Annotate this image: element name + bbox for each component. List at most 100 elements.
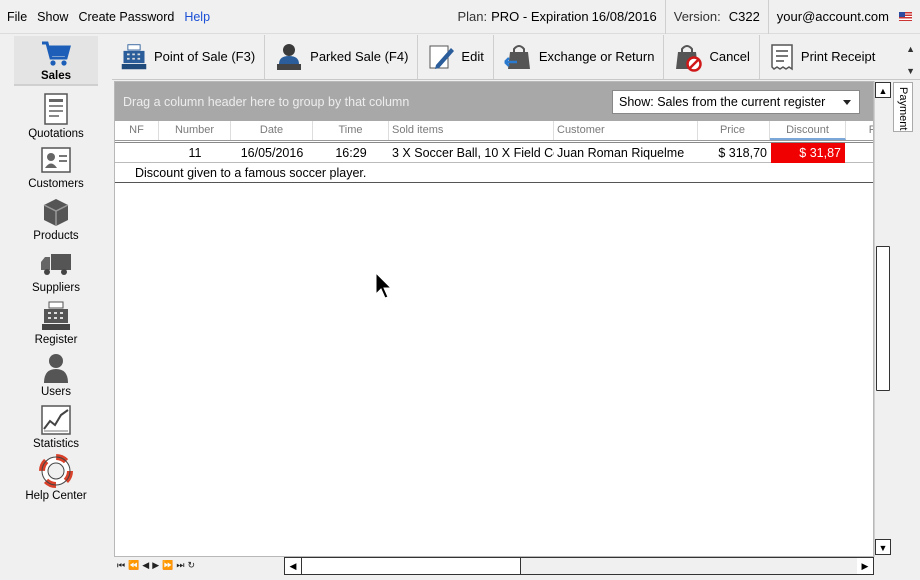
- cash-register-icon: [42, 301, 70, 330]
- plan-status: Plan: PRO - Expiration 16/08/2016: [449, 0, 664, 34]
- vertical-scrollbar[interactable]: ▲ ▼: [874, 81, 891, 557]
- column-header-customer[interactable]: Customer: [554, 121, 698, 140]
- version-value: C322: [728, 9, 760, 24]
- cell-customer: Juan Roman Riquelme: [557, 146, 685, 160]
- cart-icon: [42, 41, 71, 66]
- scroll-down-icon[interactable]: ▼: [875, 539, 891, 555]
- sidebar-item-quotations[interactable]: Quotations: [14, 92, 98, 140]
- cell-time: 16:29: [335, 146, 367, 160]
- chevron-down-icon: [843, 100, 851, 105]
- tab-payment[interactable]: Payment: [893, 82, 913, 132]
- column-header-discount[interactable]: Discount: [770, 121, 846, 140]
- cancel-bag-icon: [676, 44, 703, 72]
- column-header-nf[interactable]: NF: [115, 121, 159, 140]
- scroll-left-icon[interactable]: ◀: [285, 558, 301, 574]
- exchange-return-label: Exchange or Return: [538, 49, 655, 64]
- print-receipt-button[interactable]: Print Receipt: [760, 35, 884, 79]
- sidebar-item-register[interactable]: Register: [14, 300, 98, 346]
- exchange-bag-icon: [503, 44, 530, 69]
- grid-navigator: ⏮⏪◀▶⏩⏭↻ ◀ ▶: [114, 557, 891, 576]
- menu-bar: File Show Create Password Help Plan: PRO…: [0, 0, 920, 34]
- column-header-sold-items[interactable]: Sold items: [389, 121, 554, 140]
- expiration-date: 16/08/2016: [591, 9, 657, 24]
- cancel-button[interactable]: Cancel: [664, 34, 760, 79]
- vertical-scroll-thumb[interactable]: [876, 246, 890, 391]
- sidebar-item-label: Suppliers: [32, 282, 80, 294]
- sidebar-item-label: Sales: [40, 70, 72, 82]
- sales-grid: Drag a column header here to group by th…: [114, 81, 874, 557]
- column-header-number[interactable]: Number: [159, 121, 231, 140]
- scroll-up-icon[interactable]: ▲: [875, 82, 891, 98]
- print-receipt-label: Print Receipt: [800, 49, 876, 64]
- table-row[interactable]: 11 16/05/2016 16:29 3 X Soccer Ball, 10 …: [115, 142, 873, 163]
- exchange-return-button[interactable]: Exchange or Return: [494, 34, 665, 79]
- us-flag-icon[interactable]: [899, 12, 912, 21]
- sidebar-item-customers[interactable]: Customers: [14, 144, 98, 190]
- cell-date: 16/05/2016: [240, 146, 304, 160]
- scroll-right-icon[interactable]: ▶: [857, 558, 873, 574]
- cashier-icon: [277, 43, 302, 70]
- sidebar-item-suppliers[interactable]: Suppliers: [14, 248, 98, 294]
- document-icon: [44, 93, 68, 125]
- cell-discount: $ 31,87: [771, 143, 845, 163]
- toolbar: Point of Sale (F3) Parked Sale (F4) Edit…: [112, 34, 920, 80]
- sales-filter-dropdown[interactable]: Show: Sales from the current register: [612, 90, 860, 114]
- cell-number: 11: [188, 146, 202, 160]
- horizontal-scrollbar[interactable]: ◀ ▶: [284, 557, 874, 575]
- account-status[interactable]: your@account.com: [767, 0, 920, 34]
- truck-icon: [41, 254, 71, 275]
- group-hint: Drag a column header here to group by th…: [123, 95, 410, 109]
- chart-icon: [41, 405, 71, 435]
- user-icon: [44, 354, 68, 383]
- sidebar-item-sales[interactable]: Sales: [14, 36, 98, 86]
- cell-sold-items: 3 X Soccer Ball, 10 X Field Cones: [392, 146, 554, 160]
- record-navigation-icons[interactable]: ⏮⏪◀▶⏩⏭↻: [117, 560, 198, 571]
- edit-icon: [429, 45, 455, 69]
- menu-file[interactable]: File: [7, 10, 27, 24]
- parked-sale-button[interactable]: Parked Sale (F4): [265, 34, 419, 79]
- sidebar-item-label: Quotations: [28, 128, 84, 140]
- version-status: Version: C322: [664, 0, 768, 34]
- sales-filter-value: Show: Sales from the current register: [619, 95, 826, 109]
- sidebar-item-users[interactable]: Users: [14, 352, 98, 398]
- receipt-icon: [771, 43, 793, 70]
- column-header-row: NF Number Date Time Sold items Customer …: [115, 121, 873, 141]
- cell-nf: [115, 143, 159, 163]
- sidebar-item-statistics[interactable]: Statistics: [14, 404, 98, 450]
- mouse-cursor-icon: [375, 272, 393, 299]
- sidebar-item-label: Help Center: [25, 490, 87, 502]
- row-preview-note: Discount given to a famous soccer player…: [115, 164, 873, 183]
- version-label: Version:: [673, 9, 721, 24]
- column-header-date[interactable]: Date: [231, 121, 313, 140]
- lifebuoy-icon: [39, 454, 73, 488]
- box-icon: [43, 199, 69, 226]
- sidebar-item-help-center[interactable]: Help Center: [14, 454, 98, 502]
- horizontal-scroll-thumb[interactable]: [301, 558, 521, 574]
- point-of-sale-button[interactable]: Point of Sale (F3): [112, 34, 266, 79]
- sidebar-item-label: Products: [33, 230, 79, 242]
- sidebar-item-label: Users: [40, 386, 72, 398]
- toolbar-scroll-arrows[interactable]: ▲ ▼: [906, 38, 915, 82]
- cancel-label: Cancel: [709, 49, 750, 64]
- column-header-fin[interactable]: Fin: [846, 121, 873, 140]
- account-email[interactable]: your@account.com: [777, 9, 889, 24]
- column-header-time[interactable]: Time: [313, 121, 389, 140]
- point-of-sale-label: Point of Sale (F3): [154, 49, 256, 64]
- sidebar-item-label: Register: [34, 334, 78, 346]
- contact-card-icon: [41, 147, 71, 173]
- plan-value: PRO - Expiration: [491, 9, 589, 24]
- edit-button[interactable]: Edit: [418, 34, 494, 79]
- menu-create-password[interactable]: Create Password: [78, 10, 174, 24]
- group-panel[interactable]: Drag a column header here to group by th…: [115, 82, 873, 121]
- menu-help[interactable]: Help: [184, 10, 210, 24]
- sidebar: Sales Quotations Customers Products Supp…: [0, 34, 112, 580]
- column-header-price[interactable]: Price: [698, 121, 770, 140]
- parked-sale-label: Parked Sale (F4): [310, 49, 409, 64]
- sidebar-item-label: Customers: [28, 178, 84, 190]
- cell-price: $ 318,70: [718, 146, 767, 160]
- menu-show[interactable]: Show: [37, 10, 68, 24]
- sidebar-item-products[interactable]: Products: [14, 196, 98, 242]
- sidebar-item-label: Statistics: [32, 438, 79, 450]
- plan-label: Plan:: [457, 9, 488, 24]
- tab-payment-label: Payment: [897, 87, 909, 131]
